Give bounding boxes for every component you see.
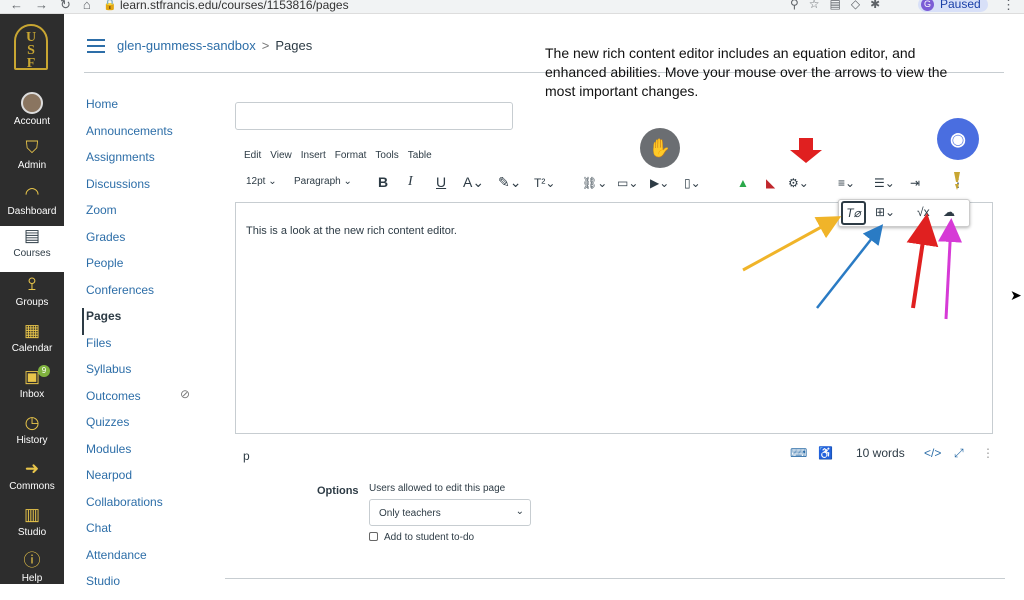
mouse-cursor-icon: ➤	[1010, 287, 1022, 303]
html-editor-toggle[interactable]: </>	[924, 446, 941, 460]
editor-path: p	[243, 449, 250, 463]
accessibility-icon[interactable]: ♿	[818, 446, 833, 460]
edit-permission-select[interactable]: Only teachers ⌄	[369, 499, 531, 526]
red-down-arrow	[790, 138, 822, 163]
todo-label: Add to student to-do	[384, 532, 475, 543]
word-count: 10 words	[856, 446, 905, 460]
chevron-down-icon: ⌄	[515, 506, 524, 517]
yellow-pin-icon	[954, 172, 960, 190]
red-arrow	[906, 213, 939, 309]
pink-arrow	[938, 218, 963, 320]
yellow-arrow	[742, 216, 842, 272]
footer-divider	[225, 578, 1005, 579]
resize-handle-icon[interactable]: ⋮	[982, 446, 994, 460]
checkbox-icon[interactable]	[369, 532, 378, 541]
options-label: Options	[317, 485, 359, 497]
keyboard-shortcuts-icon[interactable]: ⌨	[790, 446, 807, 460]
fullscreen-icon[interactable]: ⤢	[954, 446, 964, 461]
edit-permission-value: Only teachers	[379, 508, 441, 519]
edit-permission-label: Users allowed to edit this page	[369, 483, 506, 494]
blue-arrow	[816, 224, 884, 309]
todo-checkbox[interactable]: Add to student to-do	[369, 532, 474, 543]
annotation-arrows	[742, 138, 963, 320]
